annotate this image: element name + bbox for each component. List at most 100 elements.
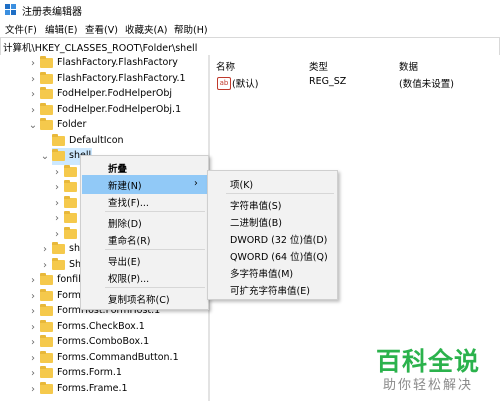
chevron-right-icon[interactable]: › (52, 210, 62, 227)
folder-icon (40, 335, 53, 347)
chevron-right-icon: › (194, 178, 198, 189)
menu-item-label: 复制项名称(C) (108, 295, 170, 306)
submenu-item-key[interactable]: 项(K) (208, 174, 337, 193)
chevron-right-icon[interactable]: › (52, 226, 62, 243)
folder-icon (40, 381, 53, 394)
menu-separator (105, 211, 205, 212)
folder-icon (40, 350, 53, 363)
chevron-right-icon[interactable]: › (28, 86, 38, 103)
menu-item-label: 二进制值(B) (230, 218, 282, 229)
folder-icon (40, 304, 53, 316)
chevron-right-icon[interactable]: › (28, 365, 38, 382)
menu-item-permissions[interactable]: 权限(P)... (81, 268, 208, 287)
chevron-down-icon[interactable]: ⌄ (40, 148, 50, 165)
menu-item-rename[interactable]: 重命名(R) (81, 230, 208, 249)
folder-icon (64, 226, 77, 239)
tree-item-label: FlashFactory.FlashFactory.1 (57, 72, 186, 84)
folder-icon (52, 133, 65, 146)
folder-icon (52, 149, 65, 161)
tree-item[interactable]: › Forms.CheckBox.1 (0, 319, 208, 336)
folder-icon (40, 319, 53, 332)
chevron-down-icon[interactable]: ⌄ (28, 117, 38, 134)
menu-item-label: DWORD (32 位)值(D) (230, 235, 328, 246)
chevron-right-icon[interactable]: › (40, 241, 50, 258)
menu-item-label: 删除(D) (108, 219, 142, 230)
folder-icon (40, 273, 53, 285)
tree-item-label: FodHelper.FodHelperObj.1 (57, 103, 182, 115)
chevron-right-icon[interactable]: › (28, 350, 38, 367)
folder-icon (40, 71, 53, 84)
menu-file[interactable]: 文件(F) (5, 22, 37, 36)
folder-icon (64, 164, 77, 177)
chevron-right-icon[interactable]: › (28, 319, 38, 336)
menu-edit[interactable]: 编辑(E) (45, 22, 77, 36)
folder-icon (64, 180, 77, 192)
tree-item-label: Forms.Form.1 (57, 367, 122, 378)
chevron-right-icon[interactable]: › (52, 164, 62, 181)
menu-separator (105, 249, 205, 250)
chevron-right-icon[interactable]: › (52, 179, 62, 196)
folder-icon (40, 288, 53, 301)
menu-help[interactable]: 帮助(H) (174, 22, 208, 36)
folder-icon (52, 257, 65, 270)
string-value-icon: ab (217, 77, 231, 90)
tree-item[interactable]: › FodHelper.FodHelperObj (0, 86, 208, 103)
menu-item-label: 导出(E) (108, 257, 141, 268)
menu-item-label: 新建(N) (108, 181, 142, 192)
tree-item-label: Forms.CommandButton.1 (57, 351, 179, 363)
chevron-right-icon[interactable]: › (28, 71, 38, 88)
menu-view[interactable]: 查看(V) (85, 22, 118, 36)
tree-item-label: DefaultIcon (69, 134, 124, 146)
context-menu: 折叠 新建(N) › 查找(F)... 删除(D) 重命名(R) 导出(E) 权… (80, 155, 209, 310)
value-name[interactable]: (默认) (232, 76, 258, 90)
chevron-right-icon[interactable]: › (28, 334, 38, 351)
tree-item[interactable]: › FlashFactory.FlashFactory.1 (0, 71, 208, 88)
folder-icon (40, 102, 53, 115)
tree-item-folder[interactable]: ⌄ Folder (0, 117, 208, 134)
menu-item-label: 查找(F)... (108, 198, 149, 209)
address-bar[interactable]: 计算机\HKEY_CLASSES_ROOT\Folder\shell (0, 37, 500, 56)
menu-item-label: 重命名(R) (108, 236, 151, 247)
menu-item-label: 可扩充字符串值(E) (230, 286, 310, 297)
address-path: 计算机\HKEY_CLASSES_ROOT\Folder\shell (3, 43, 198, 54)
column-header-name[interactable]: 名称 (216, 59, 235, 73)
folder-icon (52, 242, 65, 254)
chevron-right-icon[interactable]: › (28, 288, 38, 305)
tree-item[interactable]: › Forms.ComboBox.1 (0, 334, 208, 351)
regedit-app-icon (5, 4, 16, 15)
column-header-type[interactable]: 类型 (309, 59, 328, 73)
chevron-right-icon[interactable]: › (28, 381, 38, 398)
menu-item-label: 折叠 (108, 164, 128, 175)
chevron-right-icon[interactable]: › (28, 303, 38, 320)
folder-icon (64, 195, 77, 208)
chevron-right-icon[interactable]: › (28, 272, 38, 289)
menu-item-find[interactable]: 查找(F)... (81, 192, 208, 211)
tree-item[interactable]: › Forms.Form.1 (0, 365, 208, 382)
tree-item-label: FodHelper.FodHelperObj (57, 88, 173, 99)
chevron-right-icon[interactable]: › (52, 195, 62, 212)
menu-separator (105, 287, 205, 288)
window-title: 注册表编辑器 (22, 7, 82, 18)
tree-item[interactable]: › FodHelper.FodHelperObj.1 (0, 102, 208, 119)
tree-item[interactable]: › Forms.Frame.1 (0, 381, 208, 398)
tree-item[interactable]: › FlashFactory.FlashFactory (0, 55, 208, 72)
chevron-right-icon[interactable]: › (28, 102, 38, 119)
menu-item-label: 权限(P)... (108, 274, 150, 285)
tree-item-label: FlashFactory.FlashFactory (57, 57, 178, 68)
folder-icon (64, 211, 77, 223)
menu-item-copy-key-name[interactable]: 复制项名称(C) (81, 289, 208, 308)
menu-favorites[interactable]: 收藏夹(A) (125, 22, 167, 36)
menu-item-label: QWORD (64 位)值(Q) (230, 252, 328, 263)
value-data: (数值未设置) (399, 79, 454, 90)
menu-separator (226, 193, 334, 194)
tree-item[interactable]: › Forms.CommandButton.1 (0, 350, 208, 367)
folder-icon (40, 366, 53, 378)
chevron-right-icon[interactable]: › (40, 257, 50, 274)
tree-item-label: Forms.Frame.1 (57, 382, 128, 394)
column-header-data[interactable]: 数据 (399, 59, 418, 73)
new-submenu: 项(K) 字符串值(S) 二进制值(B) DWORD (32 位)值(D) QW… (207, 170, 338, 300)
tree-item-defaulticon[interactable]: DefaultIcon (0, 133, 208, 150)
submenu-item-expandable-string-value[interactable]: 可扩充字符串值(E) (208, 280, 337, 299)
chevron-right-icon[interactable]: › (28, 55, 38, 72)
value-type: REG_SZ (309, 76, 347, 87)
